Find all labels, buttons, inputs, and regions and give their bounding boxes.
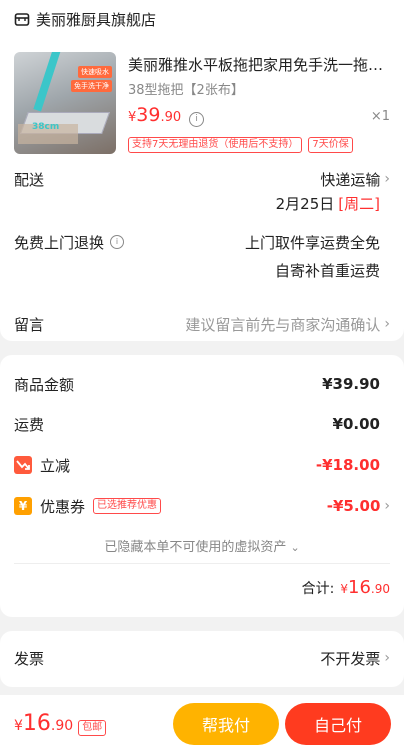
discount-value: -¥18.00 bbox=[315, 456, 380, 474]
shipping-fee-label: 运费 bbox=[14, 415, 45, 434]
info-icon[interactable]: i bbox=[189, 112, 205, 127]
free-return-label: 免费上门退换 bbox=[14, 233, 105, 252]
summary-divider bbox=[14, 563, 390, 564]
total-row: 合计: ¥ 16 .90 bbox=[302, 577, 390, 598]
shipping-fee-row: 运费 ¥0.00 bbox=[14, 413, 390, 435]
coupon-label: 优惠券 bbox=[40, 497, 86, 516]
shop-header[interactable]: 美丽雅厨具旗舰店 bbox=[14, 8, 390, 30]
free-return-line-2: 自寄补首重运费 bbox=[274, 261, 380, 280]
product-quantity: ×1 bbox=[370, 109, 390, 124]
delivery-row[interactable]: 配送 快递运输 › bbox=[14, 168, 390, 190]
return-policy-tag: 支持7天无理由退货（使用后不支持） bbox=[128, 137, 303, 153]
thumb-tag-1: 快速吸水 bbox=[78, 66, 112, 78]
free-return-line-1: 上门取件享运费全免 bbox=[244, 233, 380, 252]
delivery-weekday: [周二] bbox=[338, 194, 380, 213]
total-label: 合计: bbox=[301, 581, 335, 597]
goods-amount-value: ¥39.90 bbox=[322, 375, 380, 393]
shop-name: 美丽雅厨具旗舰店 bbox=[36, 10, 157, 29]
coupon-row[interactable]: ¥ 优惠券 已选推荐优惠 -¥5.00 › bbox=[14, 495, 390, 517]
product-image[interactable]: 38cm 快速吸水 免手洗干净 bbox=[14, 52, 116, 154]
info-icon[interactable]: i bbox=[110, 235, 125, 249]
discount-label: 立减 bbox=[40, 456, 71, 475]
footer-price-decimal: .90 bbox=[50, 718, 74, 734]
price-protect-tag: 7天价保 bbox=[308, 137, 353, 153]
hidden-assets-text: 已隐藏本单不可使用的虚拟资产 bbox=[104, 540, 287, 555]
price-symbol: ¥ bbox=[128, 110, 137, 125]
self-pay-button[interactable]: 自己付 bbox=[285, 703, 391, 745]
goods-amount-row: 商品金额 ¥39.90 bbox=[14, 373, 390, 395]
delivery-date-row: 2月25日 [周二] bbox=[14, 192, 380, 214]
delivery-date: 2月25日 bbox=[275, 194, 335, 213]
total-symbol: ¥ bbox=[340, 582, 348, 596]
total-integer: 16 bbox=[348, 577, 371, 598]
free-shipping-badge: 包邮 bbox=[78, 720, 107, 736]
free-return-row-2: 自寄补首重运费 bbox=[14, 259, 380, 281]
delivery-label: 配送 bbox=[14, 170, 45, 189]
summary-card: 商品金额 ¥39.90 运费 ¥0.00 立减 -¥18.00 ¥ 优惠券 已选… bbox=[0, 355, 404, 617]
chevron-right-icon: › bbox=[384, 650, 390, 666]
coupon-icon: ¥ bbox=[14, 497, 32, 515]
message-row[interactable]: 留言 建议留言前先与商家沟通确认 › bbox=[14, 313, 390, 335]
product-variant[interactable]: 38型拖把【2张布】 bbox=[128, 79, 244, 98]
product-tags: 支持7天无理由退货（使用后不支持） 7天价保 bbox=[128, 137, 353, 153]
footer-price-integer: 16 bbox=[22, 711, 51, 736]
invoice-card[interactable]: 发票 不开发票 › bbox=[0, 631, 404, 687]
chevron-right-icon: › bbox=[384, 171, 390, 187]
price-integer: 39 bbox=[136, 104, 161, 126]
thumb-size-label: 38cm bbox=[32, 122, 60, 132]
invoice-label: 发票 bbox=[14, 649, 45, 668]
coupon-badge: 已选推荐优惠 bbox=[93, 498, 162, 514]
delivery-method: 快递运输 bbox=[320, 170, 381, 189]
message-placeholder[interactable]: 建议留言前先与商家沟通确认 bbox=[185, 314, 380, 335]
chevron-right-icon: › bbox=[384, 498, 390, 514]
free-return-row[interactable]: 免费上门退换 i 上门取件享运费全免 bbox=[14, 231, 390, 253]
order-card: 美丽雅厨具旗舰店 38cm 快速吸水 免手洗干净 美丽雅推水平板拖把家用免手洗一… bbox=[0, 0, 404, 341]
chevron-down-icon: ⌄ bbox=[290, 541, 300, 554]
checkout-bar: ¥ 16 .90 包邮 帮我付 自己付 bbox=[0, 695, 404, 754]
product-title[interactable]: 美丽雅推水平板拖把家用免手洗一拖… bbox=[128, 54, 394, 75]
message-label: 留言 bbox=[14, 315, 45, 334]
price-decimal: .90 bbox=[160, 110, 182, 125]
chevron-right-icon: › bbox=[384, 316, 390, 332]
goods-amount-label: 商品金额 bbox=[14, 375, 75, 394]
product-price: ¥ 39 .90 i bbox=[128, 104, 205, 127]
hidden-assets-toggle[interactable]: 已隐藏本单不可使用的虚拟资产 ⌄ bbox=[0, 536, 404, 555]
shipping-fee-value: ¥0.00 bbox=[332, 415, 380, 433]
footer-price-symbol: ¥ bbox=[14, 718, 23, 734]
thumb-tag-2: 免手洗干净 bbox=[71, 80, 112, 92]
store-icon bbox=[14, 11, 30, 27]
coupon-value: -¥5.00 bbox=[326, 497, 381, 515]
discount-row: 立减 -¥18.00 bbox=[14, 454, 390, 476]
footer-total: ¥ 16 .90 包邮 bbox=[14, 711, 107, 736]
invoice-row[interactable]: 发票 不开发票 › bbox=[14, 647, 390, 669]
help-pay-button[interactable]: 帮我付 bbox=[173, 703, 279, 745]
discount-icon bbox=[14, 456, 32, 474]
total-decimal: .90 bbox=[370, 582, 390, 596]
invoice-value: 不开发票 bbox=[320, 649, 381, 668]
